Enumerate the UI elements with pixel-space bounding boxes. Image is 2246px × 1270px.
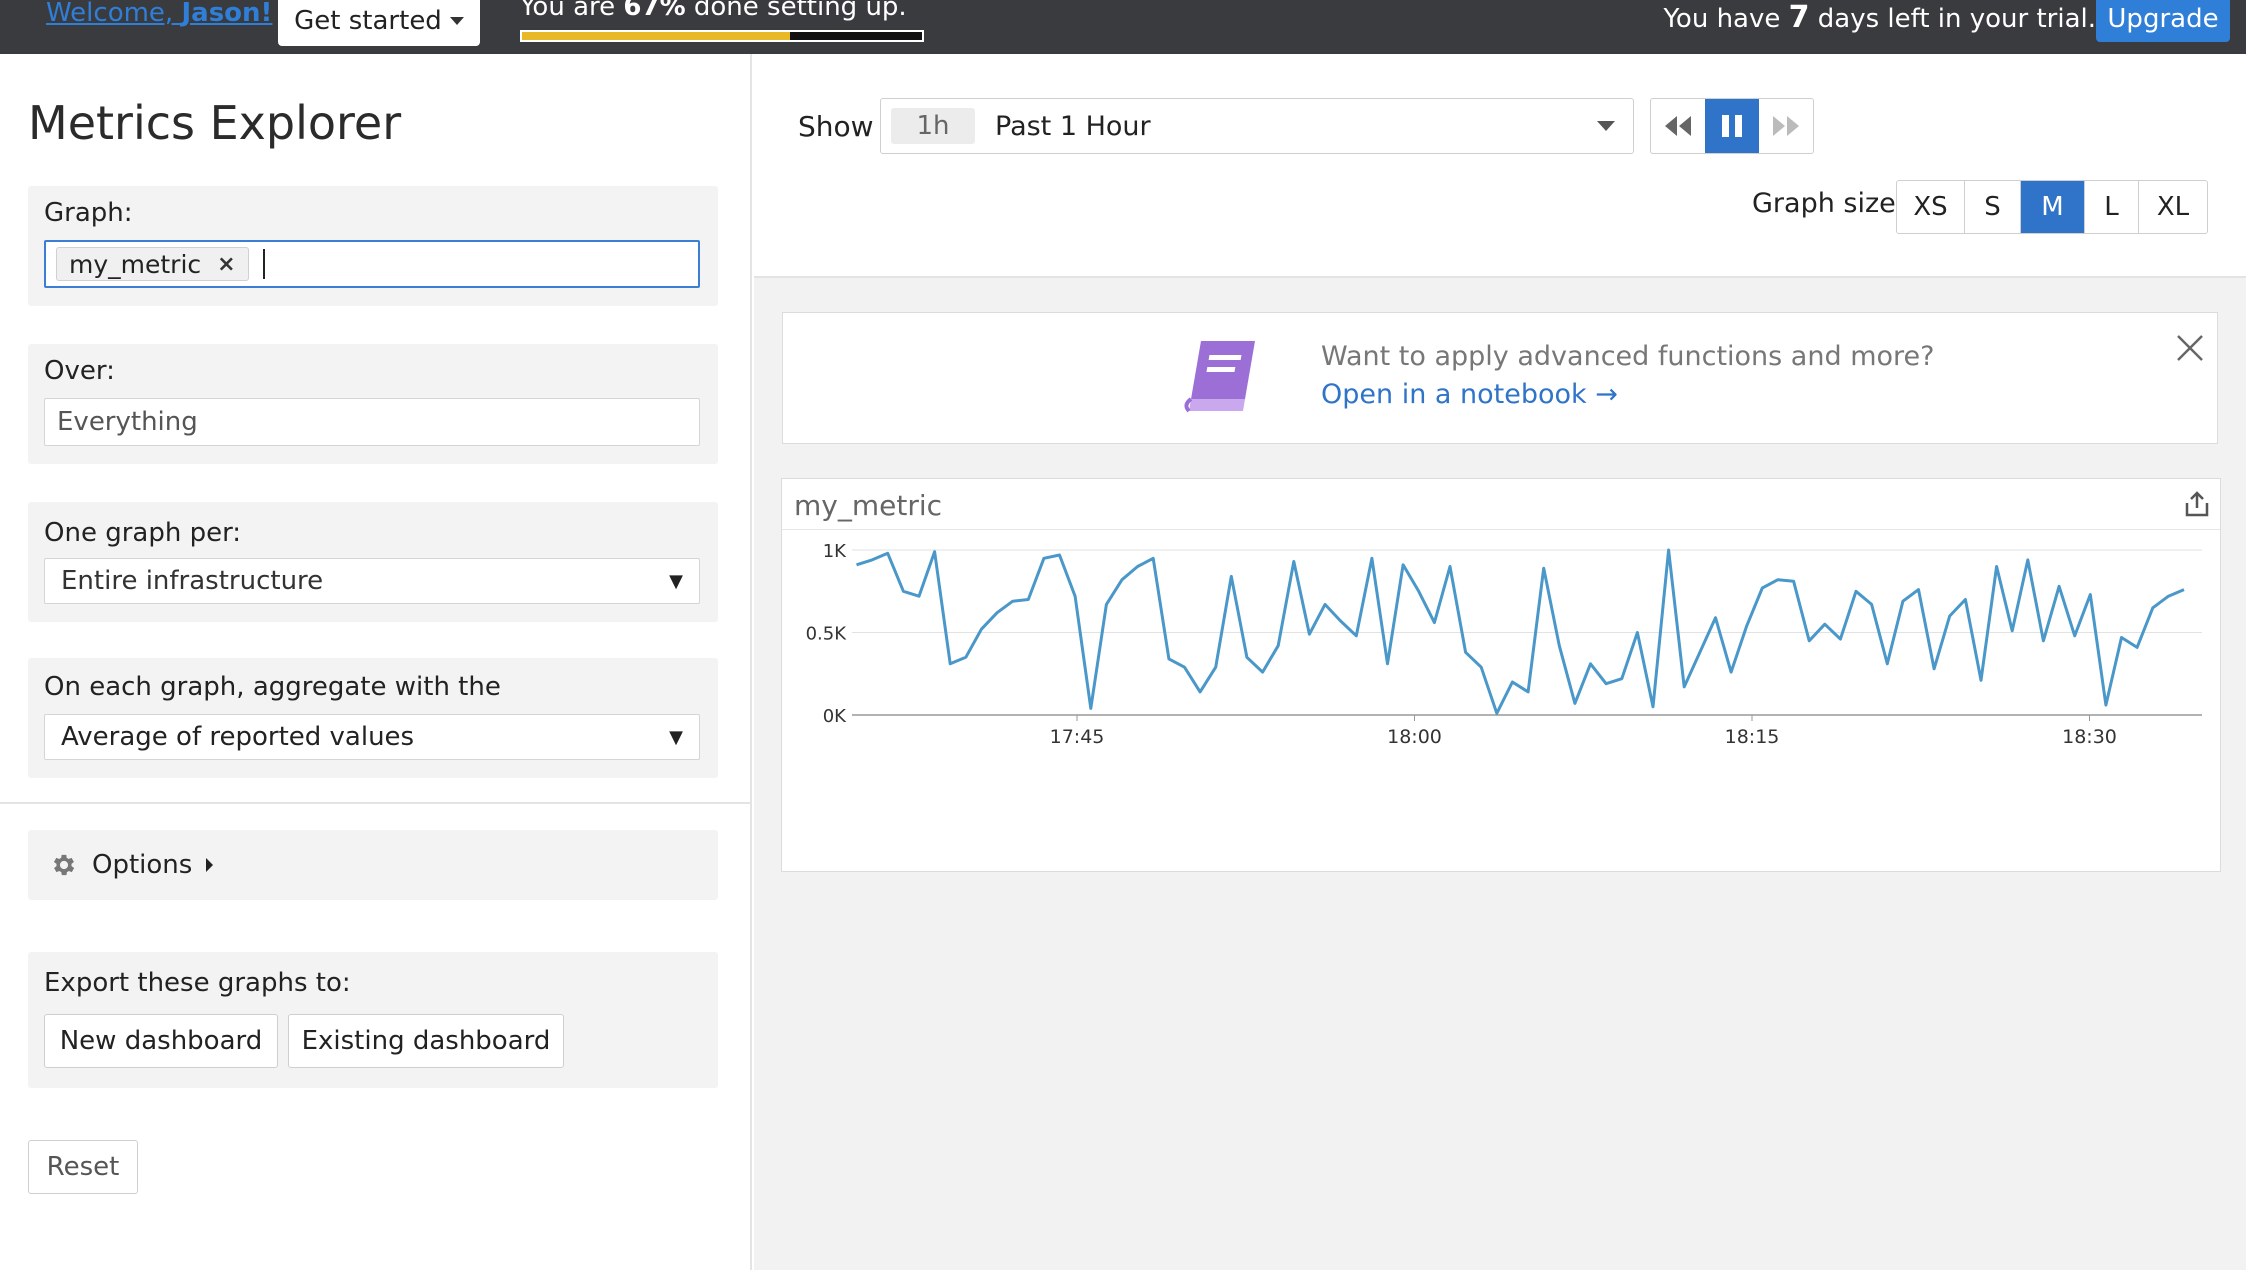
time-range-chip: 1h — [891, 108, 975, 144]
fast-forward-icon — [1773, 116, 1799, 136]
time-range-label: Past 1 Hour — [995, 110, 1151, 142]
per-label: One graph per: — [44, 518, 242, 548]
graph-section: Graph: my_metric × — [28, 186, 718, 306]
banner-text: Want to apply advanced functions and mor… — [1321, 341, 1935, 372]
page-title: Metrics Explorer — [28, 96, 402, 150]
notebook-icon — [1184, 341, 1255, 413]
setup-progress-bar — [520, 30, 924, 42]
upgrade-button[interactable]: Upgrade — [2096, 0, 2230, 42]
per-select[interactable]: Entire infrastructure ▼ — [44, 558, 700, 604]
graph-size-xl[interactable]: XL — [2139, 181, 2207, 233]
setup-progress-fill — [522, 32, 790, 40]
options-toggle[interactable]: Options — [28, 830, 718, 900]
text-cursor — [262, 249, 265, 279]
y-tick-label: 0K — [823, 706, 847, 727]
query-panel: Metrics Explorer Graph: my_metric × Over… — [0, 54, 752, 1270]
x-tick-label: 17:45 — [1050, 726, 1105, 748]
open-notebook-link[interactable]: Open in a notebook → — [1321, 379, 1618, 410]
over-input[interactable]: Everything — [44, 398, 700, 446]
trial-days: 7 — [1788, 0, 1810, 35]
get-started-button[interactable]: Get started — [278, 0, 480, 46]
graph-label: Graph: — [44, 198, 133, 228]
trial-prefix: You have — [1663, 4, 1789, 34]
x-tick-label: 18:00 — [1387, 726, 1442, 748]
chevron-down-icon — [449, 17, 464, 25]
fast-forward-button[interactable] — [1759, 99, 1813, 153]
welcome-prefix: Welcome, — [46, 0, 182, 28]
pause-button[interactable] — [1705, 99, 1759, 153]
x-tick-label: 18:15 — [1725, 726, 1780, 748]
aggregate-select-value: Average of reported values — [61, 722, 415, 752]
setup-percent: 67% — [623, 0, 686, 22]
get-started-label: Get started — [294, 6, 442, 36]
over-section: Over: Everything — [28, 344, 718, 464]
welcome-name: Jason! — [181, 0, 273, 28]
top-bar: Welcome, Jason! Get started You are 67% … — [0, 0, 2246, 54]
share-icon[interactable] — [2182, 489, 2212, 519]
per-section: One graph per: Entire infrastructure ▼ — [28, 502, 718, 622]
gear-icon — [53, 854, 75, 876]
chevron-down-icon — [1597, 121, 1615, 131]
graph-size-m[interactable]: M — [2021, 181, 2085, 233]
metric-input[interactable]: my_metric × — [44, 240, 700, 288]
graph-size-xs[interactable]: XS — [1897, 181, 1965, 233]
show-label: Show — [798, 110, 874, 143]
welcome-link[interactable]: Welcome, Jason! — [46, 0, 272, 28]
export-section: Export these graphs to: New dashboard Ex… — [28, 952, 718, 1088]
graph-size-s[interactable]: S — [1965, 181, 2021, 233]
metric-graph-card: my_metric 1K 0.5K 0K 17:45 18:00 18:15 18:30 — [781, 478, 2221, 872]
setup-suffix: done setting up. — [685, 0, 907, 22]
per-select-value: Entire infrastructure — [61, 566, 324, 596]
y-tick-label: 0.5K — [806, 624, 848, 645]
notebook-banner: Want to apply advanced functions and mor… — [782, 312, 2218, 444]
remove-tag-icon[interactable]: × — [217, 252, 235, 277]
results-panel: Show 1h Past 1 Hour Graph size: XS S M L… — [754, 54, 2246, 1270]
dropdown-arrow-icon: ▼ — [669, 726, 683, 748]
line-chart: 1K 0.5K 0K 17:45 18:00 18:15 18:30 — [806, 541, 2202, 748]
rewind-button[interactable] — [1651, 99, 1705, 153]
rewind-icon — [1665, 116, 1691, 136]
graph-title: my_metric — [794, 489, 943, 522]
metric-tag-label: my_metric — [69, 249, 202, 279]
metric-tag: my_metric × — [56, 247, 249, 281]
over-label: Over: — [44, 356, 115, 386]
pause-icon — [1722, 115, 1742, 137]
export-label: Export these graphs to: — [44, 968, 351, 998]
graph-size-group: XS S M L XL — [1896, 180, 2208, 234]
series-line — [856, 548, 2185, 715]
aggregate-section: On each graph, aggregate with the Averag… — [28, 658, 718, 778]
trial-status: You have 7 days left in your trial. — [1663, 0, 2096, 35]
reset-button[interactable]: Reset — [28, 1140, 138, 1194]
time-range-select[interactable]: 1h Past 1 Hour — [880, 98, 1634, 154]
setup-prefix: You are — [520, 0, 624, 22]
y-tick-label: 1K — [823, 541, 847, 562]
setup-status: You are 67% done setting up. — [520, 0, 907, 22]
graph-size-l[interactable]: L — [2085, 181, 2139, 233]
aggregate-select[interactable]: Average of reported values ▼ — [44, 714, 700, 760]
options-label: Options — [92, 850, 193, 880]
graph-controls: Show 1h Past 1 Hour Graph size: XS S M L… — [754, 54, 2246, 278]
playback-controls — [1650, 98, 1814, 154]
aggregate-label: On each graph, aggregate with the — [44, 672, 501, 702]
divider — [0, 802, 750, 804]
existing-dashboard-button[interactable]: Existing dashboard — [288, 1014, 564, 1068]
new-dashboard-button[interactable]: New dashboard — [44, 1014, 278, 1068]
chevron-right-icon — [206, 858, 214, 872]
graph-size-label: Graph size: — [1752, 188, 1905, 219]
dropdown-arrow-icon: ▼ — [669, 570, 683, 592]
trial-suffix: days left in your trial. — [1809, 4, 2096, 34]
close-icon[interactable] — [2175, 333, 2205, 363]
x-tick-label: 18:30 — [2062, 726, 2117, 748]
